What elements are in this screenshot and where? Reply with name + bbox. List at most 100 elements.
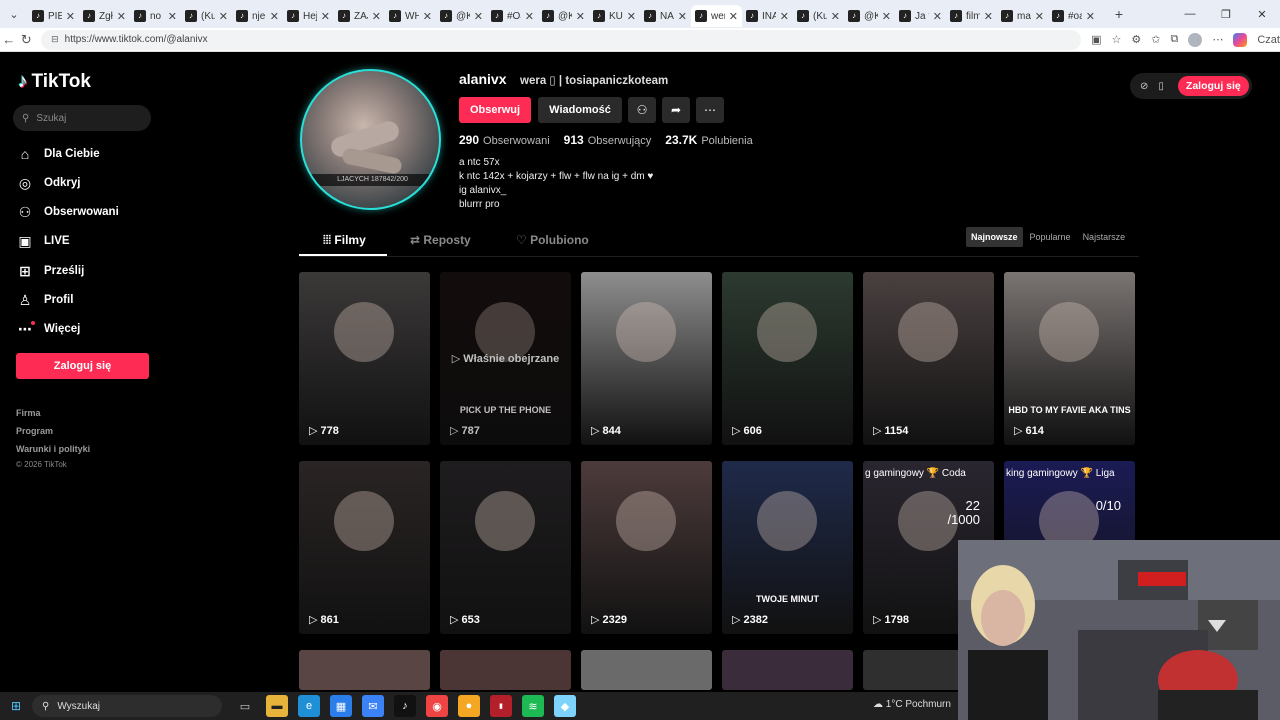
video-thumbnail[interactable]: HBD TO MY FAVIE AKA TINS ▷ 614 <box>1004 272 1135 445</box>
sidebar-item-explore[interactable]: ◎ Odkryj <box>16 173 81 193</box>
share-icon[interactable]: ➦ <box>662 97 690 123</box>
browser-profile-avatar[interactable] <box>1188 32 1203 47</box>
favorites-icon[interactable]: ✩ <box>1151 33 1160 46</box>
tab-list-menu-icon[interactable]: ⌄ <box>0 0 28 28</box>
browser-tab[interactable]: ♪ #OJ ✕ <box>487 5 538 27</box>
sidebar-login-button[interactable]: Zaloguj się <box>16 353 149 379</box>
browser-tab[interactable]: ♪ Hej ✕ <box>283 5 334 27</box>
browser-tab[interactable]: ♪ KUE ✕ <box>589 5 640 27</box>
browser-tab[interactable]: ♪ @Ki ✕ <box>844 5 895 27</box>
tab-close-icon[interactable]: ✕ <box>933 10 942 23</box>
tab-close-icon[interactable]: ✕ <box>678 10 687 23</box>
tab-liked[interactable]: ♡ Polubiono <box>516 233 589 247</box>
video-thumbnail[interactable] <box>440 650 571 690</box>
tab-close-icon[interactable]: ✕ <box>882 10 891 23</box>
device-icon[interactable]: ▯ <box>1158 81 1164 92</box>
settings-more-icon[interactable]: ⋯ <box>1212 33 1223 46</box>
video-thumbnail[interactable] <box>722 650 853 690</box>
browser-tab[interactable]: ♪ NA ✕ <box>640 5 691 27</box>
stat-followers[interactable]: 913 Obserwujący <box>564 133 652 147</box>
close-window-icon[interactable]: ✕ <box>1244 8 1280 21</box>
sidebar-item-more[interactable]: ⋯ Więcej <box>16 319 80 339</box>
browser-tab[interactable]: ♪ WH ✕ <box>385 5 436 27</box>
browser-tab[interactable]: ♪ no t ✕ <box>130 5 181 27</box>
tab-close-icon[interactable]: ✕ <box>525 10 534 23</box>
video-thumbnail[interactable] <box>299 650 430 690</box>
tab-close-icon[interactable]: ✕ <box>66 10 75 23</box>
sidebar-item-upload[interactable]: ⊞ Prześlij <box>16 261 84 281</box>
browser-tab[interactable]: ♪ #oa ✕ <box>1048 5 1099 27</box>
video-thumbnail[interactable]: ▷ 2329 <box>581 461 712 634</box>
video-thumbnail[interactable]: ▷ 778 <box>299 272 430 445</box>
browser-app-icon[interactable]: ● <box>458 695 480 717</box>
video-thumbnail[interactable]: PICK UP THE PHONE ▷ Właśnie obejrzane ▷ 78… <box>440 272 571 445</box>
browser-tab[interactable]: ♪ wera ✕ <box>691 5 742 27</box>
top-login-button[interactable]: Zaloguj się <box>1177 76 1249 96</box>
browser-tab[interactable]: ♪ film ✕ <box>946 5 997 27</box>
back-icon[interactable]: ← <box>0 32 18 47</box>
store-icon[interactable]: ▦ <box>330 695 352 717</box>
task-view-icon[interactable]: ▭ <box>234 695 256 717</box>
copilot-label[interactable]: Czat <box>1257 34 1280 46</box>
tab-close-icon[interactable]: ✕ <box>321 10 330 23</box>
tab-close-icon[interactable]: ✕ <box>219 10 228 23</box>
tab-close-icon[interactable]: ✕ <box>117 10 126 23</box>
tab-close-icon[interactable]: ✕ <box>729 10 738 23</box>
tab-close-icon[interactable]: ✕ <box>423 10 432 23</box>
reader-mode-icon[interactable]: ▣ <box>1091 33 1101 46</box>
browser-tab[interactable]: ♪ nje ✕ <box>232 5 283 27</box>
tab-videos[interactable]: ⦙⦙⦙ Filmy <box>323 233 366 248</box>
more-options-icon[interactable]: ⋯ <box>696 97 724 123</box>
tab-close-icon[interactable]: ✕ <box>372 10 381 23</box>
browser-tab[interactable]: ♪ may ✕ <box>997 5 1048 27</box>
site-info-icon[interactable]: ⊟ <box>51 34 59 45</box>
browser-tab[interactable]: ♪ (Kul ✕ <box>793 5 844 27</box>
browser-tab[interactable]: ♪ @Ki ✕ <box>436 5 487 27</box>
weather-widget[interactable]: ☁ 1°C Pochmurn <box>873 699 951 710</box>
reload-icon[interactable]: ↻ <box>18 32 36 48</box>
tab-close-icon[interactable]: ✕ <box>1086 10 1095 23</box>
tab-reposts[interactable]: ⇄ Reposty <box>410 233 471 247</box>
minimize-icon[interactable]: — <box>1172 8 1208 20</box>
video-thumbnail[interactable]: TWOJE MINUT ▷ 2382 <box>722 461 853 634</box>
tab-close-icon[interactable]: ✕ <box>831 10 840 23</box>
app-icon[interactable]: ◆ <box>554 695 576 717</box>
tab-close-icon[interactable]: ✕ <box>168 10 177 23</box>
tab-close-icon[interactable]: ✕ <box>780 10 789 23</box>
video-thumbnail[interactable]: ▷ 606 <box>722 272 853 445</box>
search-box[interactable]: ⚲ <box>13 105 151 131</box>
video-thumbnail[interactable]: ▷ 653 <box>440 461 571 634</box>
sidebar-item-live[interactable]: ▣ LIVE <box>16 231 69 251</box>
footer-link-program[interactable]: Program <box>16 426 53 436</box>
sidebar-item-following[interactable]: ⚇ Obserwowani <box>16 202 119 222</box>
browser-tab[interactable]: ♪ INA ✕ <box>742 5 793 27</box>
sidebar-item-for-you[interactable]: ⌂ Dla Ciebie <box>16 144 100 164</box>
chrome-icon[interactable]: ◉ <box>426 695 448 717</box>
tab-close-icon[interactable]: ✕ <box>1035 10 1044 23</box>
tiktok-app-icon[interactable]: ♪ <box>394 695 416 717</box>
sort-newest[interactable]: Najnowsze <box>966 227 1023 247</box>
sort-popular[interactable]: Popularne <box>1025 227 1076 247</box>
collections-icon[interactable]: ⧉ <box>1171 33 1179 46</box>
browser-tab[interactable]: ♪ @Ki ✕ <box>538 5 589 27</box>
browser-tab[interactable]: ♪ ZAJI ✕ <box>334 5 385 27</box>
extensions-icon[interactable]: ⚙ <box>1131 33 1141 46</box>
url-field[interactable]: ⊟ https://www.tiktok.com/@alanivx <box>41 29 1082 50</box>
copilot-icon[interactable] <box>1233 32 1248 47</box>
tab-close-icon[interactable]: ✕ <box>984 10 993 23</box>
tiktok-logo[interactable]: ♪ TikTok <box>18 71 91 93</box>
taskbar-search[interactable]: ⚲ Wyszukaj <box>32 695 222 717</box>
sidebar-item-profile[interactable]: ♙ Profil <box>16 290 74 310</box>
browser-tab[interactable]: ♪ (Kul ✕ <box>181 5 232 27</box>
tab-close-icon[interactable]: ✕ <box>474 10 483 23</box>
follow-button[interactable]: Obserwuj <box>459 97 531 123</box>
maximize-icon[interactable]: ❐ <box>1208 8 1244 21</box>
tab-close-icon[interactable]: ✕ <box>627 10 636 23</box>
start-icon[interactable]: ⊞ <box>0 699 32 713</box>
new-tab-button[interactable]: + <box>1107 6 1131 22</box>
sort-oldest[interactable]: Najstarsze <box>1078 227 1131 247</box>
video-thumbnail[interactable] <box>581 650 712 690</box>
browser-tab[interactable]: ♪ Ja tu ✕ <box>895 5 946 27</box>
app-icon[interactable]: ▮ <box>490 695 512 717</box>
coins-icon[interactable]: ⊘ <box>1140 81 1148 92</box>
